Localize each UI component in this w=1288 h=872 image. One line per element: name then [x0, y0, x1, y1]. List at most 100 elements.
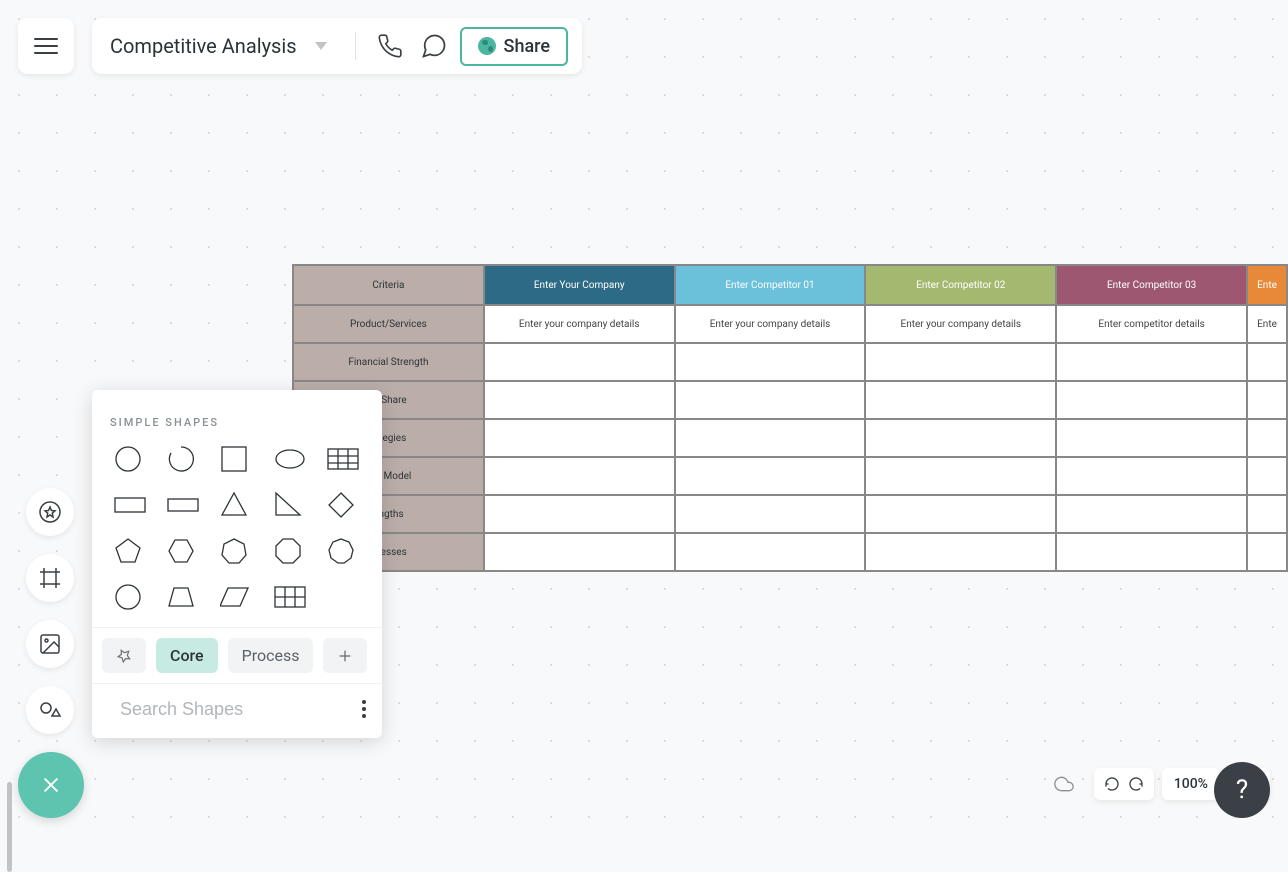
table-cell[interactable]: [484, 533, 675, 571]
competitive-analysis-table[interactable]: CriteriaEnter Your CompanyEnter Competit…: [292, 264, 1288, 572]
plus-icon: [337, 648, 353, 664]
undo-icon[interactable]: [1104, 776, 1120, 792]
phone-icon: [377, 33, 403, 59]
ellipse-icon: [274, 445, 306, 473]
shapes-button[interactable]: [26, 686, 74, 734]
table-cell[interactable]: [675, 381, 866, 419]
chat-icon: [420, 32, 448, 60]
table-cell[interactable]: [1056, 381, 1247, 419]
search-shapes-input[interactable]: [120, 699, 352, 720]
table-cell[interactable]: [484, 457, 675, 495]
table-cell[interactable]: [484, 381, 675, 419]
shape-hexagon[interactable]: [163, 535, 203, 567]
shape-arc[interactable]: [163, 443, 203, 475]
table-cell[interactable]: [484, 343, 675, 381]
table-cell[interactable]: [865, 495, 1056, 533]
table-cell[interactable]: [865, 381, 1056, 419]
frame-icon: [38, 566, 62, 590]
shape-heptagon[interactable]: [216, 535, 256, 567]
shape-diamond[interactable]: [323, 489, 363, 521]
table-cell[interactable]: [1056, 343, 1247, 381]
shape-triangle[interactable]: [216, 489, 256, 521]
shape-wide-rect[interactable]: [163, 489, 203, 521]
shape-pentagon[interactable]: [110, 535, 150, 567]
table-cell[interactable]: [865, 533, 1056, 571]
core-tab[interactable]: Core: [156, 638, 218, 673]
table-cell[interactable]: [1056, 495, 1247, 533]
pin-tab[interactable]: [102, 638, 146, 673]
favorites-button[interactable]: [26, 488, 74, 536]
cloud-sync-button[interactable]: [1042, 768, 1086, 800]
table-cell[interactable]: [675, 457, 866, 495]
divider: [355, 32, 356, 60]
table-cell[interactable]: [1247, 381, 1287, 419]
table-cell[interactable]: [1247, 419, 1287, 457]
zoom-level[interactable]: 100%: [1162, 768, 1220, 800]
image-button[interactable]: [26, 620, 74, 668]
table-header[interactable]: Enter Your Company: [484, 265, 675, 305]
table-cell[interactable]: [1247, 343, 1287, 381]
table-cell[interactable]: [484, 419, 675, 457]
row-label[interactable]: Financial Strength: [293, 343, 484, 381]
shape-square[interactable]: [216, 443, 256, 475]
add-tab[interactable]: [323, 638, 367, 673]
shape-circle-outline[interactable]: [110, 581, 150, 613]
title-bar: Competitive Analysis Share: [92, 18, 582, 74]
row-label[interactable]: Product/Services: [293, 305, 484, 343]
table-header[interactable]: Ente: [1247, 265, 1287, 305]
table-cell[interactable]: [1056, 457, 1247, 495]
table-cell[interactable]: Enter competitor details: [1056, 305, 1247, 343]
shape-table[interactable]: [323, 443, 363, 475]
circle-icon: [114, 445, 146, 473]
redo-icon[interactable]: [1128, 776, 1144, 792]
help-button[interactable]: ?: [1214, 762, 1270, 818]
diamond-icon: [327, 491, 359, 519]
main-menu-button[interactable]: [18, 18, 74, 74]
table-cell[interactable]: [484, 495, 675, 533]
share-button[interactable]: Share: [460, 27, 568, 66]
globe-icon: [478, 37, 496, 55]
shape-right-triangle[interactable]: [270, 489, 310, 521]
rectangle-icon: [114, 491, 146, 519]
frame-button[interactable]: [26, 554, 74, 602]
table-cell[interactable]: [675, 495, 866, 533]
shape-rectangle[interactable]: [110, 489, 150, 521]
table-cell[interactable]: [865, 457, 1056, 495]
table-cell[interactable]: [675, 343, 866, 381]
table-cell[interactable]: [1247, 457, 1287, 495]
panel-options-button[interactable]: [362, 700, 366, 718]
shape-nonagon[interactable]: [323, 535, 363, 567]
shape-octagon[interactable]: [270, 535, 310, 567]
table-header[interactable]: Enter Competitor 01: [675, 265, 866, 305]
canvas[interactable]: CriteriaEnter Your CompanyEnter Competit…: [292, 264, 1288, 572]
document-title[interactable]: Competitive Analysis: [110, 34, 297, 58]
table-cell[interactable]: [1056, 533, 1247, 571]
process-tab[interactable]: Process: [228, 638, 314, 673]
table-cell[interactable]: Enter your company details: [484, 305, 675, 343]
shape-ellipse[interactable]: [270, 443, 310, 475]
table-cell[interactable]: [1247, 495, 1287, 533]
table-header[interactable]: Enter Competitor 02: [865, 265, 1056, 305]
table-cell[interactable]: [675, 419, 866, 457]
panel-scrollbar[interactable]: [7, 782, 12, 872]
hamburger-icon: [34, 38, 58, 54]
table-cell[interactable]: [865, 343, 1056, 381]
shape-grid[interactable]: [270, 581, 310, 613]
table-cell[interactable]: Enter your company details: [675, 305, 866, 343]
table-header[interactable]: Enter Competitor 03: [1056, 265, 1247, 305]
trapezoid-icon: [167, 583, 199, 611]
table-cell[interactable]: Ente: [1247, 305, 1287, 343]
table-cell[interactable]: [1247, 533, 1287, 571]
table-cell[interactable]: [1056, 419, 1247, 457]
shape-parallelogram[interactable]: [216, 581, 256, 613]
table-cell[interactable]: Enter your company details: [865, 305, 1056, 343]
table-cell[interactable]: [865, 419, 1056, 457]
close-panel-button[interactable]: [18, 752, 84, 818]
chat-button[interactable]: [416, 28, 452, 64]
call-button[interactable]: [372, 28, 408, 64]
shape-circle[interactable]: [110, 443, 150, 475]
shape-trapezoid[interactable]: [163, 581, 203, 613]
table-header[interactable]: Criteria: [293, 265, 484, 305]
table-cell[interactable]: [675, 533, 866, 571]
title-dropdown-icon[interactable]: [315, 42, 327, 50]
